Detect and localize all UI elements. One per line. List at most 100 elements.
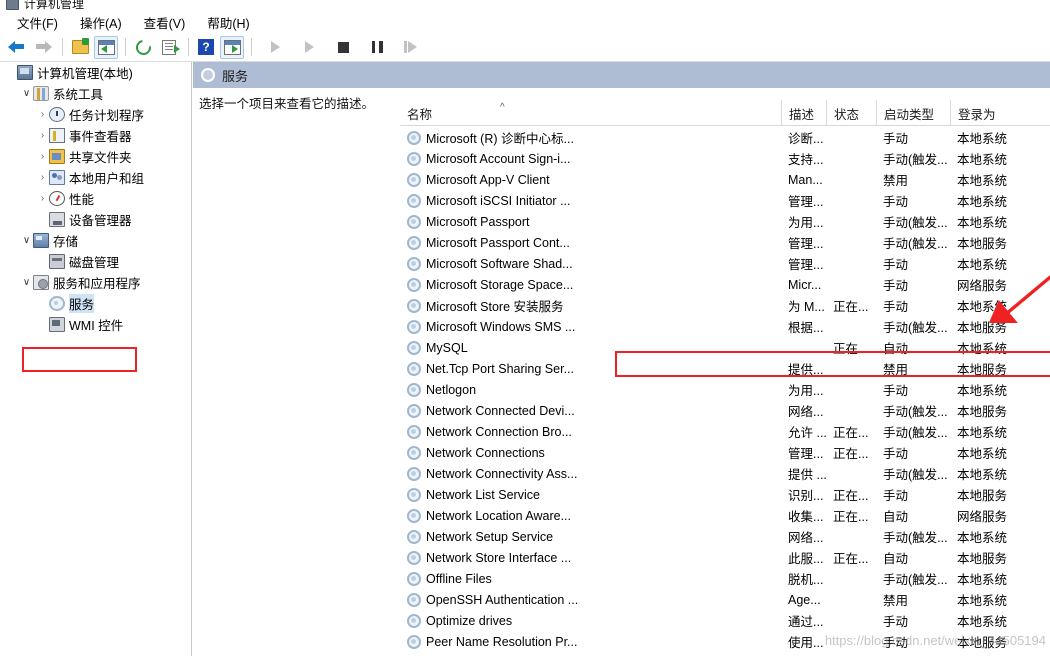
column-name[interactable]: 名称 ^ (400, 100, 781, 126)
table-row[interactable]: Microsoft App-V Client Man... 禁用 本地系统 (400, 169, 1050, 190)
restart-service-button[interactable] (297, 36, 321, 59)
menu-action[interactable]: 操作(A) (69, 11, 133, 34)
chevron-right-icon[interactable]: › (36, 130, 49, 141)
sidebar-services-red-highlight (22, 347, 137, 372)
table-row[interactable]: Network Store Interface ... 此服... 正在... 自动 本… (400, 547, 1050, 568)
service-gear-icon (407, 508, 421, 523)
table-row[interactable]: Network Location Aware... 收集... 正在... 自动 网络服… (400, 505, 1050, 526)
tree-item-task-scheduler[interactable]: › 任务计划程序 (0, 104, 191, 125)
back-button[interactable] (5, 36, 29, 59)
menu-help[interactable]: 帮助(H) (196, 11, 260, 34)
table-row[interactable]: Net.Tcp Port Sharing Ser... 提供... 禁用 本地服务 (400, 358, 1050, 379)
refresh-button[interactable] (131, 36, 155, 59)
resume-service-button[interactable] (399, 36, 423, 59)
tree-item-shared-folders[interactable]: › 共享文件夹 (0, 146, 191, 167)
tree-item-storage[interactable]: ∨ 存储 (0, 230, 191, 251)
help-button[interactable]: ? (194, 36, 218, 59)
console-tree-sidebar[interactable]: 计算机管理(本地) ∨ 系统工具 › 任务计划程序 › 事件查看器 › 共享文件夹 › 本地用户和组… (0, 62, 192, 656)
table-row[interactable]: Microsoft Account Sign-i... 支持... 手动(触发...… (400, 148, 1050, 169)
service-gear-icon (407, 613, 421, 628)
service-gear-icon (407, 172, 421, 187)
service-name-text: OpenSSH Authentication ... (426, 592, 579, 607)
service-description-cell: 网络... (788, 405, 824, 419)
chevron-down-icon[interactable]: ∨ (20, 88, 33, 99)
service-name-cell: Network Connected Devi... (407, 400, 788, 421)
tree-item-device-manager[interactable]: 设备管理器 (0, 209, 191, 230)
table-row[interactable]: Microsoft Storage Space... Micr... 手动 网络服务 (400, 274, 1050, 295)
export-list-button[interactable] (157, 36, 181, 59)
service-logon-cell: 本地系统 (957, 195, 1008, 209)
chevron-right-icon[interactable]: › (36, 151, 49, 162)
action-pane-icon (223, 39, 241, 55)
service-gear-icon (407, 634, 421, 649)
chevron-right-icon[interactable]: › (36, 172, 49, 183)
service-startup-type-cell: 自动 (883, 510, 909, 524)
service-name-cell: Microsoft Software Shad... (407, 253, 788, 274)
column-status[interactable]: 状态 (826, 100, 876, 126)
service-name-text: Microsoft App-V Client (426, 172, 550, 187)
table-row[interactable]: Microsoft Passport 为用... 手动(触发... 本地系统 (400, 211, 1050, 232)
service-description-cell: 为用... (788, 216, 824, 230)
tree-item-system-tools[interactable]: ∨ 系统工具 (0, 83, 191, 104)
tree-item-performance[interactable]: › 性能 (0, 188, 191, 209)
chevron-down-icon[interactable]: ∨ (20, 277, 33, 288)
table-row[interactable]: Network Connections 管理... 正在... 手动 本地系统 (400, 442, 1050, 463)
table-row[interactable]: Microsoft Windows SMS ... 根据... 手动(触发... 本地… (400, 316, 1050, 337)
start-service-button[interactable] (263, 36, 287, 59)
menu-file[interactable]: 文件(F) (6, 11, 69, 34)
show-action-pane-button[interactable] (220, 35, 244, 59)
menu-view[interactable]: 查看(V) (133, 11, 197, 34)
column-description[interactable]: 描述 (781, 100, 826, 126)
services-list-panel[interactable]: 名称 ^ 描述 状态 启动类型 登录为 Microsoft (R) 诊断中心标... 诊断.… (400, 88, 1050, 656)
panel-title: 服务 (222, 68, 249, 84)
chevron-down-icon[interactable]: ∨ (20, 235, 33, 246)
table-row[interactable]: Network Setup Service 网络... 手动(触发... 本地系统 (400, 526, 1050, 547)
service-status-cell (833, 190, 883, 211)
table-row[interactable]: Microsoft (R) 诊断中心标... 诊断... 手动 本地系统 (400, 127, 1050, 148)
service-logon-cell: 本地系统 (957, 531, 1008, 545)
performance-icon (49, 191, 65, 206)
column-header-label: 登录为 (958, 107, 996, 122)
table-row[interactable]: MySQL 正在... 自动 本地系统 (400, 337, 1050, 358)
table-row[interactable]: Optimize drives 通过... 手动 本地系统 (400, 610, 1050, 631)
table-row[interactable]: Network Connection Bro... 允许 ... 正在... 手动(触… (400, 421, 1050, 442)
tree-item-label: 计算机管理(本地) (37, 67, 133, 81)
table-row[interactable]: Microsoft Store 安装服务 为 M... 正在... 手动 本地系统 (400, 295, 1050, 316)
tree-item-computer-management[interactable]: 计算机管理(本地) (0, 62, 191, 83)
table-row[interactable]: Peer Networking Groupi...使用... 手动本地服务 (400, 652, 1050, 656)
table-row[interactable]: OpenSSH Authentication ... Age... 禁用 本地系统 (400, 589, 1050, 610)
column-log-on-as[interactable]: 登录为 (950, 100, 1050, 126)
table-row[interactable]: Network Connected Devi... 网络... 手动(触发... 本地… (400, 400, 1050, 421)
chevron-right-icon[interactable]: › (36, 109, 49, 120)
service-startup-type-cell: 自动 (883, 342, 909, 356)
disk-management-icon (49, 254, 65, 269)
show-hide-tree-button[interactable] (94, 35, 118, 59)
tree-item-disk-management[interactable]: 磁盘管理 (0, 251, 191, 272)
service-status-cell (833, 316, 883, 337)
forward-button[interactable] (31, 36, 55, 59)
chevron-right-icon[interactable]: › (36, 193, 49, 204)
service-startup-type-cell: 手动(触发... (883, 468, 948, 482)
pause-service-button[interactable] (365, 36, 389, 59)
stop-service-button[interactable] (331, 36, 355, 59)
table-row[interactable]: Microsoft Software Shad... 管理... 手动 本地系统 (400, 253, 1050, 274)
table-row[interactable]: Network List Service 识别... 正在... 手动 本地服务 (400, 484, 1050, 505)
tree-item-services-and-applications[interactable]: ∨ 服务和应用程序 (0, 272, 191, 293)
table-row[interactable]: Offline Files 脱机... 手动(触发... 本地系统 (400, 568, 1050, 589)
tree-item-event-viewer[interactable]: › 事件查看器 (0, 125, 191, 146)
tree-item-wmi-control[interactable]: WMI 控件 (0, 314, 191, 335)
tree-item-label: 事件查看器 (69, 130, 132, 144)
service-status-cell (833, 589, 883, 610)
table-row[interactable]: Microsoft Passport Cont... 管理... 手动(触发... 本… (400, 232, 1050, 253)
tree-item-local-users-and-groups[interactable]: › 本地用户和组 (0, 167, 191, 188)
column-startup-type[interactable]: 启动类型 (876, 100, 950, 126)
up-folder-button[interactable] (68, 36, 92, 59)
tree-item-services[interactable]: 服务 (0, 293, 191, 314)
table-row[interactable]: Microsoft iSCSI Initiator ... 管理... 手动 本地系统 (400, 190, 1050, 211)
service-startup-type-cell: 手动 (883, 132, 909, 146)
service-name-cell: Offline Files (407, 568, 788, 589)
table-row[interactable]: Netlogon 为用... 手动 本地系统 (400, 379, 1050, 400)
service-name-text: Network List Service (426, 487, 540, 502)
table-row[interactable]: Network Connectivity Ass... 提供 ... 手动(触发..… (400, 463, 1050, 484)
service-description-cell: 管理... (788, 258, 824, 272)
